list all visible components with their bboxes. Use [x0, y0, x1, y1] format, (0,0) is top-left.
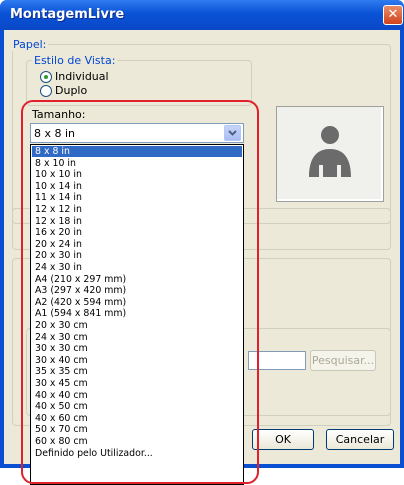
tamanho-option[interactable]: 20 x 30 cm [32, 320, 242, 331]
tamanho-option[interactable]: 12 x 18 in [32, 216, 242, 227]
tamanho-option[interactable]: 10 x 14 in [32, 181, 242, 192]
tamanho-option[interactable]: 50 x 70 cm [32, 424, 242, 435]
tamanho-selected-value: 8 x 8 in [34, 127, 76, 140]
dropdown-button[interactable] [224, 125, 241, 141]
estilo-label: Estilo de Vista: [32, 54, 118, 67]
close-icon: ✕ [387, 7, 399, 22]
radio-duplo[interactable] [40, 85, 52, 97]
tamanho-option[interactable]: 24 x 30 cm [32, 332, 242, 343]
close-button[interactable]: ✕ [383, 5, 403, 25]
tamanho-option[interactable]: A3 (297 x 420 mm) [32, 285, 242, 296]
tamanho-option[interactable]: 30 x 40 cm [32, 355, 242, 366]
tamanho-option[interactable]: A1 (594 x 841 mm) [32, 308, 242, 319]
radio-individual-label: Individual [55, 70, 109, 83]
tamanho-option[interactable]: 20 x 30 in [32, 250, 242, 261]
path-input[interactable] [248, 351, 306, 370]
ok-button[interactable]: OK [252, 429, 314, 450]
tamanho-option[interactable]: A4 (210 x 297 mm) [32, 274, 242, 285]
window-title: MontagemLivre [10, 7, 125, 22]
tamanho-option[interactable]: 24 x 30 in [32, 262, 242, 273]
tamanho-option[interactable]: A2 (420 x 594 mm) [32, 297, 242, 308]
tamanho-option[interactable]: 10 x 10 in [32, 169, 242, 180]
tamanho-option[interactable]: Definido pelo Utilizador... [32, 448, 242, 459]
tamanho-option[interactable]: 35 x 35 cm [32, 366, 242, 377]
radio-duplo-label: Duplo [55, 84, 88, 97]
tamanho-dropdown[interactable]: 8 x 8 in [30, 123, 244, 143]
papel-label: Papel: [11, 38, 49, 51]
tamanho-option[interactable]: 8 x 10 in [32, 158, 242, 169]
person-icon [309, 126, 351, 177]
preview-area [277, 107, 381, 199]
tamanho-option[interactable]: 40 x 60 cm [32, 413, 242, 424]
cancel-button[interactable]: Cancelar [326, 429, 394, 450]
browse-button[interactable]: Pesquisar... [310, 350, 376, 371]
tamanho-option[interactable]: 8 x 8 in [32, 146, 242, 157]
tamanho-option[interactable]: 30 x 45 cm [32, 378, 242, 389]
preview-frame [276, 106, 384, 202]
tamanho-label: Tamanho: [32, 108, 86, 121]
title-bar[interactable]: MontagemLivre ✕ [0, 0, 404, 30]
tamanho-options-list: 8 x 8 in 8 x 10 in 10 x 10 in 10 x 14 in 11 … [30, 144, 244, 485]
tamanho-option[interactable]: 16 x 20 in [32, 227, 242, 238]
tamanho-option[interactable]: 30 x 30 cm [32, 343, 242, 354]
tamanho-option[interactable]: 40 x 40 cm [32, 390, 242, 401]
chevron-down-icon [228, 130, 237, 136]
tamanho-option[interactable]: 40 x 50 cm [32, 401, 242, 412]
tamanho-option[interactable]: 20 x 24 in [32, 239, 242, 250]
tamanho-option[interactable]: 60 x 80 cm [32, 436, 242, 447]
tamanho-option[interactable]: 11 x 14 in [32, 192, 242, 203]
tamanho-option[interactable]: 12 x 12 in [32, 204, 242, 215]
radio-individual[interactable] [40, 71, 52, 83]
